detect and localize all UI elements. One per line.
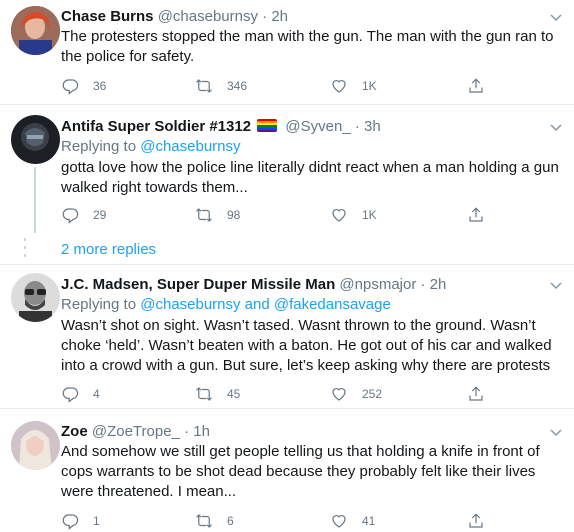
thread-dots [24,238,26,262]
reply-count: 4 [93,387,100,401]
like-button[interactable]: 1K [330,75,377,97]
retweet-icon [196,387,212,401]
separator-dot: · [420,276,426,293]
like-count: 1K [362,79,377,93]
more-chevron-icon[interactable] [548,9,564,25]
share-icon [469,513,483,528]
separator-dot: · [184,423,190,440]
tweet[interactable]: Antifa Super Soldier #1312 @Syven_ · 3h … [0,105,574,233]
share-button[interactable] [467,383,485,405]
reply-button[interactable]: 1 [61,510,100,532]
tweet-header: Antifa Super Soldier #1312 @Syven_ · 3h [61,117,381,137]
tweet-actions: 29 98 1K [61,204,551,226]
reply-button[interactable]: 29 [61,204,106,226]
tweet-actions: 1 6 41 [61,510,551,532]
separator-dot: · [354,118,360,135]
share-button[interactable] [467,204,485,226]
share-icon [469,78,483,93]
reply-button[interactable]: 4 [61,383,100,405]
share-icon [469,207,483,222]
tweet-header: Chase Burns @chaseburnsy · 2h [61,7,288,27]
tweet-text: And somehow we still get people telling … [61,443,540,500]
reply-icon [62,79,79,95]
share-icon [469,386,483,401]
user-handle[interactable]: @chaseburnsy [158,8,258,25]
reply-count: 36 [93,79,107,93]
tweet-actions: 36 346 1K [61,75,551,97]
display-name[interactable]: Zoe [61,423,88,440]
reply-icon [62,208,79,224]
more-chevron-icon[interactable] [548,277,564,293]
share-button[interactable] [467,75,485,97]
tweet-text: The protesters stopped the man with the … [61,28,554,65]
replying-prefix: Replying to [61,296,137,313]
retweet-count: 346 [227,79,248,93]
retweet-icon [196,79,212,93]
tweet-text: gotta love how the police line literally… [61,159,559,196]
tweet-header: J.C. Madsen, Super Duper Missile Man @np… [61,275,446,295]
retweet-button[interactable]: 346 [195,75,247,97]
reply-icon [62,514,79,530]
replying-to: Replying to @chaseburnsy and @fakedansav… [61,295,391,315]
tweet-header: Zoe @ZoeTrope_ · 1h [61,422,210,442]
replying-to-link[interactable]: @chaseburnsy and @fakedansavage [140,296,391,313]
thread-line [34,167,36,233]
separator-dot: · [262,8,268,25]
avatar[interactable] [11,115,60,164]
like-button[interactable]: 252 [330,383,382,405]
like-icon [332,388,346,401]
like-icon [332,80,346,93]
reply-count: 1 [93,514,100,528]
retweet-button[interactable]: 6 [195,510,234,532]
timestamp[interactable]: 2h [430,276,447,293]
retweet-count: 45 [227,387,241,401]
more-replies-link[interactable]: 2 more replies [61,241,156,258]
avatar[interactable] [11,421,60,470]
retweet-button[interactable]: 45 [195,383,240,405]
reply-button[interactable]: 36 [61,75,106,97]
tweet-text: Wasn’t shot on sight. Wasn’t tased. Wasn… [61,317,552,374]
tweet-actions: 4 45 252 [61,383,551,405]
like-icon [332,209,346,222]
retweet-button[interactable]: 98 [195,204,240,226]
user-handle[interactable]: @Syven_ [285,118,350,135]
retweet-icon [196,514,212,528]
avatar[interactable] [11,273,60,322]
tweet[interactable]: Zoe @ZoeTrope_ · 1h And somehow we still… [0,409,574,530]
more-chevron-icon[interactable] [548,424,564,440]
replying-to: Replying to @chaseburnsy [61,137,241,157]
more-chevron-icon[interactable] [548,119,564,135]
timestamp[interactable]: 3h [364,118,381,135]
tweet[interactable]: Chase Burns @chaseburnsy · 2h The protes… [0,0,574,104]
display-name[interactable]: Chase Burns [61,8,154,25]
like-count: 41 [362,514,376,528]
like-button[interactable]: 1K [330,204,377,226]
retweet-icon [196,208,212,222]
reply-count: 29 [93,208,107,222]
share-button[interactable] [467,510,485,532]
user-handle[interactable]: @ZoeTrope_ [92,423,180,440]
user-handle[interactable]: @npsmajor [339,276,416,293]
retweet-count: 98 [227,208,241,222]
retweet-count: 6 [227,514,234,528]
display-name[interactable]: Antifa Super Soldier #1312 [61,118,251,135]
timestamp[interactable]: 2h [271,8,288,25]
display-name[interactable]: J.C. Madsen, Super Duper Missile Man [61,276,335,293]
like-button[interactable]: 41 [330,510,375,532]
rainbow-flag-icon [257,119,278,132]
like-icon [332,515,346,528]
replying-prefix: Replying to [61,138,137,155]
reply-icon [62,387,79,403]
like-count: 252 [362,387,383,401]
like-count: 1K [362,208,377,222]
tweet[interactable]: J.C. Madsen, Super Duper Missile Man @np… [0,265,574,403]
replying-to-link[interactable]: @chaseburnsy [140,138,240,155]
timestamp[interactable]: 1h [193,423,210,440]
avatar[interactable] [11,6,60,55]
